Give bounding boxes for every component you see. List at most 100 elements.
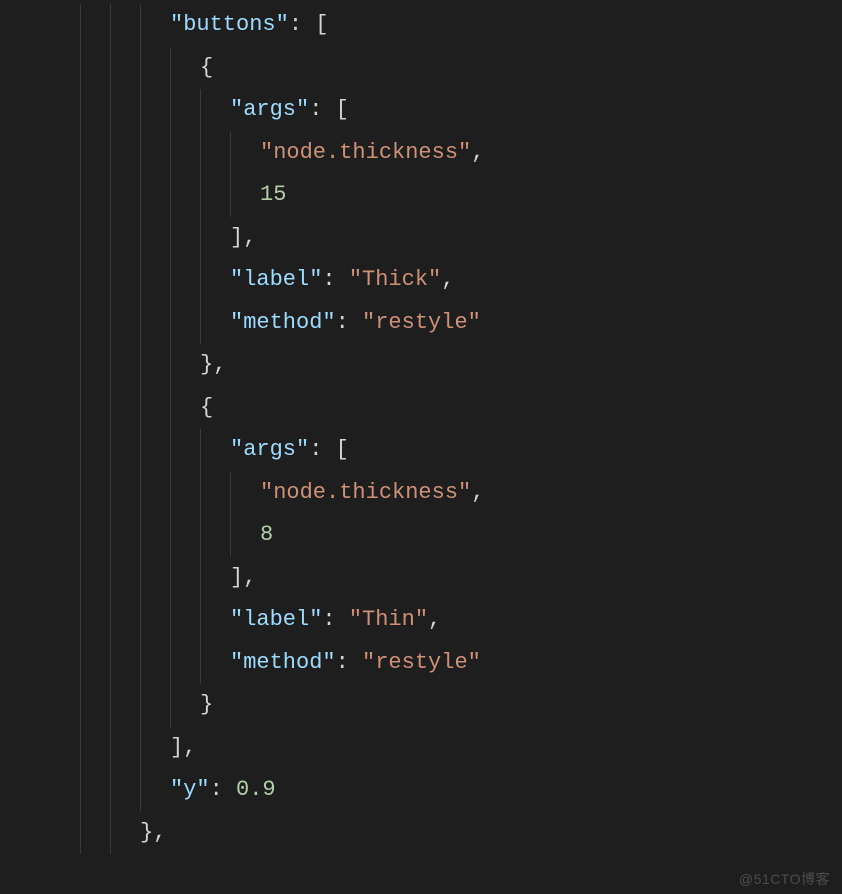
indent-guide: [110, 259, 111, 302]
token-punc: ,: [428, 607, 441, 632]
token-punc: {: [200, 395, 213, 420]
indent-guide: [200, 259, 201, 302]
indent-guide: [170, 599, 171, 642]
code-line[interactable]: {: [0, 387, 842, 430]
indent-guide: [140, 642, 141, 685]
token-punc: ],: [170, 735, 196, 760]
indent-guide: [80, 217, 81, 260]
code-line[interactable]: "label": "Thin",: [0, 599, 842, 642]
code-line[interactable]: },: [0, 344, 842, 387]
code-content: "node.thickness",: [260, 132, 484, 175]
token-punc: ],: [230, 565, 256, 590]
code-editor[interactable]: "buttons": [{"args": ["node.thickness",1…: [0, 0, 842, 854]
code-line[interactable]: ],: [0, 727, 842, 770]
indent-guide: [80, 89, 81, 132]
token-key: "label": [230, 267, 322, 292]
code-line[interactable]: "buttons": [: [0, 4, 842, 47]
indent-guide: [140, 4, 141, 47]
indent-guide: [170, 642, 171, 685]
code-content: ],: [170, 727, 196, 770]
token-key: "args": [230, 97, 309, 122]
code-line[interactable]: "node.thickness",: [0, 132, 842, 175]
indent-guide: [230, 472, 231, 515]
code-content: "args": [: [230, 89, 349, 132]
code-content: },: [140, 812, 166, 855]
code-line[interactable]: 8: [0, 514, 842, 557]
code-line[interactable]: ],: [0, 557, 842, 600]
token-key: "method": [230, 310, 336, 335]
indent-guide: [140, 472, 141, 515]
token-key: "label": [230, 607, 322, 632]
token-punc: : [: [309, 437, 349, 462]
indent-guide: [170, 89, 171, 132]
token-punc: : [: [309, 97, 349, 122]
indent-guide: [110, 4, 111, 47]
token-punc: },: [200, 352, 226, 377]
indent-guide: [170, 344, 171, 387]
code-line[interactable]: "label": "Thick",: [0, 259, 842, 302]
indent-guide: [110, 684, 111, 727]
indent-guide: [110, 599, 111, 642]
token-number: 0.9: [236, 777, 276, 802]
code-line[interactable]: }: [0, 684, 842, 727]
token-punc: },: [140, 820, 166, 845]
indent-guide: [140, 514, 141, 557]
code-content: "method": "restyle": [230, 642, 481, 685]
code-content: "method": "restyle": [230, 302, 481, 345]
indent-guide: [110, 302, 111, 345]
indent-guide: [200, 557, 201, 600]
code-content: "buttons": [: [170, 4, 328, 47]
token-punc: ,: [471, 480, 484, 505]
code-line[interactable]: "y": 0.9: [0, 769, 842, 812]
indent-guide: [140, 727, 141, 770]
token-string: "node.thickness": [260, 480, 471, 505]
token-punc: :: [336, 310, 362, 335]
code-line[interactable]: 15: [0, 174, 842, 217]
indent-guide: [110, 642, 111, 685]
code-content: {: [200, 387, 213, 430]
indent-guide: [140, 344, 141, 387]
indent-guide: [80, 429, 81, 472]
code-content: "y": 0.9: [170, 769, 276, 812]
code-content: }: [200, 684, 213, 727]
indent-guide: [200, 89, 201, 132]
token-punc: ,: [441, 267, 454, 292]
code-content: "label": "Thick",: [230, 259, 454, 302]
indent-guide: [140, 429, 141, 472]
token-string: "restyle": [362, 310, 481, 335]
token-key: "y": [170, 777, 210, 802]
indent-guide: [200, 429, 201, 472]
code-content: 15: [260, 174, 286, 217]
code-line[interactable]: ],: [0, 217, 842, 260]
token-punc: :: [210, 777, 236, 802]
code-line[interactable]: },: [0, 812, 842, 855]
indent-guide: [80, 769, 81, 812]
indent-guide: [170, 174, 171, 217]
indent-guide: [200, 642, 201, 685]
token-key: "buttons": [170, 12, 289, 37]
token-number: 8: [260, 522, 273, 547]
code-line[interactable]: "method": "restyle": [0, 302, 842, 345]
code-line[interactable]: "args": [: [0, 429, 842, 472]
code-line[interactable]: {: [0, 47, 842, 90]
indent-guide: [200, 472, 201, 515]
indent-guide: [140, 174, 141, 217]
indent-guide: [80, 174, 81, 217]
code-line[interactable]: "method": "restyle": [0, 642, 842, 685]
indent-guide: [170, 217, 171, 260]
code-line[interactable]: "node.thickness",: [0, 472, 842, 515]
watermark: @51CTO博客: [739, 872, 830, 886]
token-string: "node.thickness": [260, 140, 471, 165]
code-content: "node.thickness",: [260, 472, 484, 515]
indent-guide: [170, 514, 171, 557]
indent-guide: [110, 557, 111, 600]
code-line[interactable]: "args": [: [0, 89, 842, 132]
indent-guide: [230, 174, 231, 217]
code-content: },: [200, 344, 226, 387]
indent-guide: [140, 557, 141, 600]
indent-guide: [140, 302, 141, 345]
indent-guide: [170, 47, 171, 90]
indent-guide: [140, 132, 141, 175]
token-punc: :: [322, 267, 348, 292]
code-content: "label": "Thin",: [230, 599, 441, 642]
